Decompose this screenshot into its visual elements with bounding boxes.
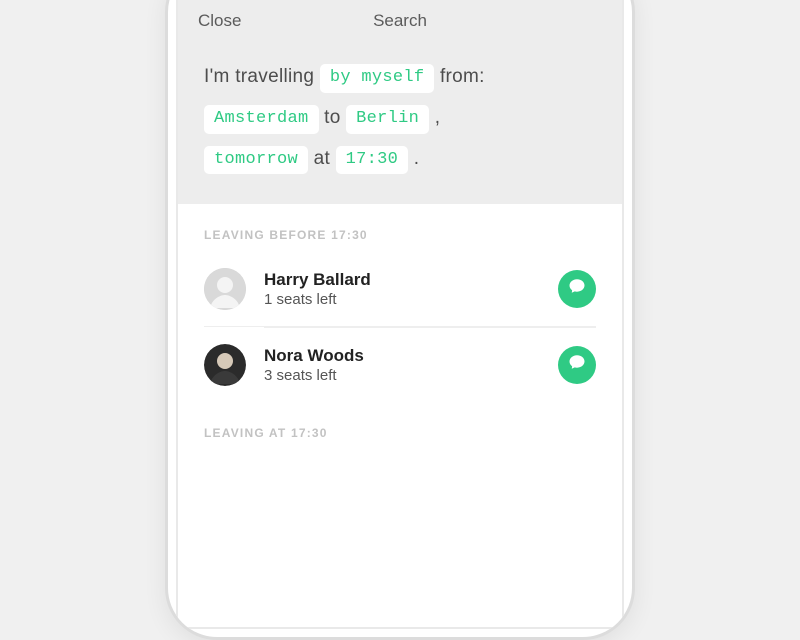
travellers-token[interactable]: by myself	[320, 64, 435, 93]
date-token[interactable]: tomorrow	[204, 146, 308, 175]
query-text: .	[414, 148, 420, 169]
section-header-at: LEAVING AT 17:30	[204, 402, 596, 450]
mute-switch	[165, 103, 168, 137]
phone-frame: 11:42 AM 100% Close Search I'm travellin…	[165, 0, 635, 640]
ride-row[interactable]: Nora Woods 3 seats left	[264, 327, 596, 402]
ride-row[interactable]: Harry Ballard 1 seats left	[204, 252, 596, 327]
page-title: Search	[198, 11, 602, 31]
search-query-sentence: I'm travelling by myself from: Amsterdam…	[178, 43, 622, 204]
seats-left: 3 seats left	[264, 367, 558, 384]
screen: 11:42 AM 100% Close Search I'm travellin…	[176, 0, 624, 629]
query-text: from:	[440, 66, 485, 87]
results-list[interactable]: LEAVING BEFORE 17:30 Harry Ballard 1 sea…	[178, 204, 622, 450]
avatar[interactable]	[204, 268, 246, 310]
chat-icon	[568, 353, 586, 376]
time-token[interactable]: 17:30	[336, 146, 409, 175]
driver-name: Nora Woods	[264, 346, 558, 366]
to-token[interactable]: Berlin	[346, 105, 429, 134]
chat-icon	[568, 277, 586, 300]
seats-left: 1 seats left	[264, 291, 558, 308]
volume-up-button	[165, 153, 168, 205]
ride-info: Harry Ballard 1 seats left	[246, 270, 558, 308]
chat-button[interactable]	[558, 270, 596, 308]
volume-down-button	[165, 213, 168, 265]
header-area: 11:42 AM 100% Close Search I'm travellin…	[178, 0, 622, 204]
driver-name: Harry Ballard	[264, 270, 558, 290]
query-text: to	[324, 107, 340, 128]
query-text: ,	[435, 107, 441, 128]
query-text: at	[314, 148, 330, 169]
query-text: I'm travelling	[204, 66, 314, 87]
navbar: Close Search	[178, 0, 622, 43]
from-token[interactable]: Amsterdam	[204, 105, 319, 134]
avatar[interactable]	[204, 344, 246, 386]
power-button	[632, 123, 635, 183]
ride-info: Nora Woods 3 seats left	[246, 346, 558, 384]
section-header-before: LEAVING BEFORE 17:30	[204, 204, 596, 252]
chat-button[interactable]	[558, 346, 596, 384]
